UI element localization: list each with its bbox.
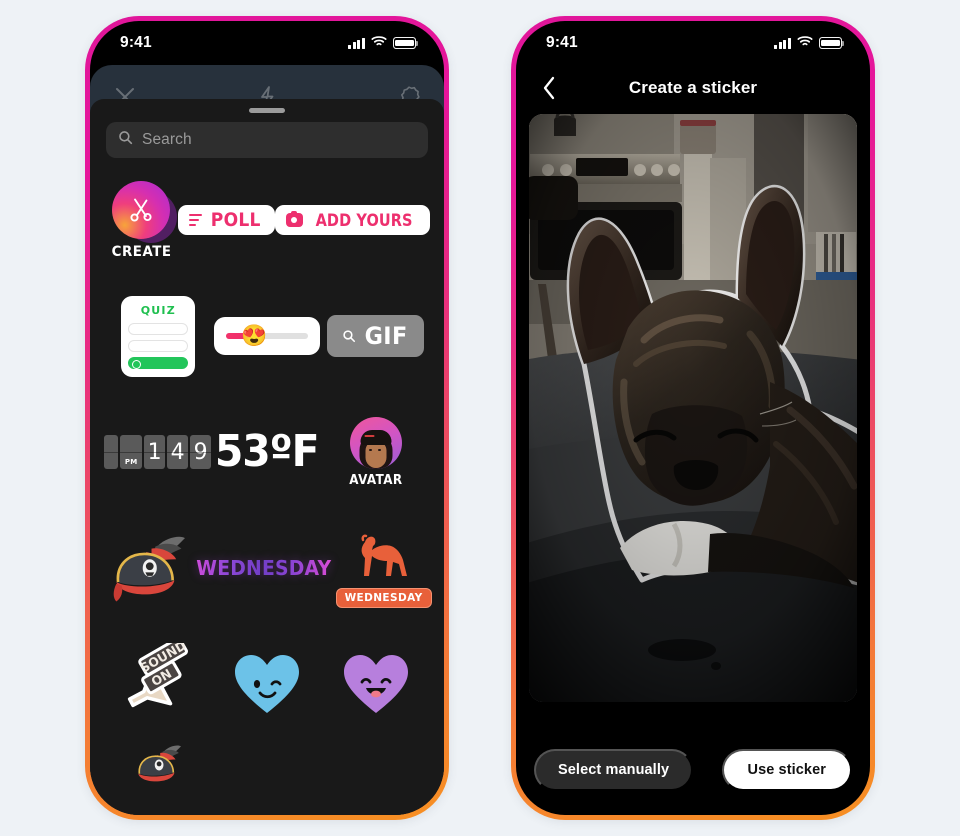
camera-icon	[285, 210, 303, 227]
sticker-row: PM 1 4 9 53ºF AVATAR	[104, 394, 430, 510]
sticker-add-yours[interactable]: ADD YOURS	[274, 162, 430, 278]
sticker-sound-on[interactable]: SOUND ON	[104, 626, 213, 742]
sticker-emoji-slider[interactable]: 😍	[213, 278, 322, 394]
sticker-poll-label: POLL	[211, 209, 262, 231]
gif-button: GIF	[327, 315, 425, 357]
sticker-poll[interactable]: POLL	[178, 162, 275, 278]
quiz-option	[128, 322, 189, 335]
select-manually-button[interactable]: Select manually	[534, 749, 694, 791]
status-bar-left: 9:41	[90, 21, 444, 65]
add-yours-pill: ADD YOURS	[274, 205, 430, 235]
poll-pill: POLL	[178, 205, 275, 235]
search-input[interactable]: Search	[106, 122, 428, 158]
scissors-icon	[130, 198, 152, 222]
dog-photo-image	[529, 114, 857, 702]
emoji-slider-card: 😍	[214, 317, 320, 355]
heart-smile-icon	[343, 655, 408, 713]
flip-digit: 1	[144, 435, 166, 469]
sticker-pirate-hat[interactable]	[104, 510, 192, 626]
status-indicators	[348, 34, 419, 52]
quiz-option-selected	[128, 356, 189, 369]
sticker-heart-wink[interactable]	[213, 626, 322, 742]
flip-meridiem: PM	[120, 435, 143, 469]
sticker-temperature[interactable]: 53ºF	[211, 394, 322, 510]
sticker-quiz[interactable]: QUIZ	[104, 278, 213, 394]
search-icon	[343, 330, 356, 343]
sticker-row: CREATE POLL ADD YOURS	[104, 162, 430, 278]
sound-on-icon: SOUND ON	[128, 643, 189, 708]
flip-digit: 9	[190, 435, 212, 469]
sticker-quiz-label: QUIZ	[140, 303, 176, 317]
dog-photo[interactable]	[529, 114, 857, 702]
quiz-option	[128, 339, 189, 352]
battery-icon	[393, 37, 419, 49]
sticker-tray-phone: 9:41 Search CREATE POLL ADD YOURS QUIZ 😍…	[85, 16, 449, 820]
flip-digit: 4	[167, 435, 189, 469]
nav-bar: Create a sticker	[516, 65, 870, 111]
status-time: 9:41	[546, 34, 578, 51]
search-placeholder: Search	[142, 131, 192, 148]
sticker-avatar[interactable]: AVATAR	[323, 394, 430, 510]
sticker-gif-label: GIF	[364, 322, 408, 350]
sticker-tray: Search CREATE POLL ADD YOURS QUIZ 😍 GIF …	[90, 99, 444, 815]
camel-wednesday-label: WEDNESDAY	[335, 588, 432, 608]
sticker-wednesday-word[interactable]: WEDNESDAY	[192, 510, 336, 626]
screenshot-stage: 9:41 Search CREATE POLL ADD YOURS QUIZ 😍…	[0, 0, 960, 836]
sticker-wednesday-label: WEDNESDAY	[196, 556, 332, 580]
sticker-temperature-label: 53ºF	[215, 426, 320, 477]
cellular-bars-icon	[774, 37, 791, 49]
sticker-row: QUIZ 😍 GIF	[104, 278, 430, 394]
quiz-card: QUIZ	[121, 295, 196, 377]
wifi-icon	[371, 34, 387, 52]
status-indicators	[774, 34, 845, 52]
flip-blank	[104, 435, 119, 469]
sticker-camel-wednesday[interactable]: WEDNESDAY	[335, 510, 432, 626]
use-sticker-button[interactable]: Use sticker	[721, 749, 852, 791]
flip-clock: PM 1 4 9	[104, 435, 212, 469]
sticker-heart-smile[interactable]	[321, 626, 430, 742]
search-icon	[118, 130, 133, 150]
sticker-create[interactable]: CREATE	[104, 162, 178, 278]
sticker-create-label: CREATE	[111, 243, 172, 260]
poll-bars-icon	[189, 213, 203, 227]
slider-emoji-icon: 😍	[241, 324, 268, 348]
sticker-row: WEDNESDAY WEDNESDAY	[104, 510, 432, 626]
heart-wink-icon	[235, 655, 299, 713]
page-title: Create a sticker	[628, 78, 758, 97]
pirate-hat-icon	[138, 745, 182, 782]
wifi-icon	[797, 34, 813, 52]
status-time: 9:41	[120, 34, 152, 51]
avatar	[350, 416, 403, 469]
sticker-clock[interactable]: PM 1 4 9	[104, 394, 212, 510]
create-badge	[112, 180, 171, 239]
sticker-grid: CREATE POLL ADD YOURS QUIZ 😍 GIF PM 1 4 …	[90, 158, 444, 788]
sticker-add-yours-label: ADD YOURS	[315, 210, 413, 230]
pirate-hat-icon	[113, 536, 185, 602]
sticker-avatar-label: AVATAR	[349, 472, 403, 488]
sticker-row-partial	[104, 742, 430, 788]
sticker-gif[interactable]: GIF	[321, 278, 430, 394]
sticker-pirate-hat-2[interactable]	[104, 742, 213, 788]
phone-screen-left: 9:41 Search CREATE POLL ADD YOURS QUIZ 😍…	[90, 21, 444, 815]
sticker-row: SOUND ON	[104, 626, 430, 742]
action-bar: Select manually Use sticker	[516, 749, 870, 791]
cellular-bars-icon	[348, 37, 365, 49]
search-section: Search	[90, 113, 444, 158]
battery-icon	[819, 37, 845, 49]
camel-icon	[361, 534, 407, 576]
create-sticker-phone: 9:41 Create a sticker Select manually Us…	[511, 16, 875, 820]
phone-screen-right: 9:41 Create a sticker Select manually Us…	[516, 21, 870, 815]
status-bar-right: 9:41	[516, 21, 870, 65]
